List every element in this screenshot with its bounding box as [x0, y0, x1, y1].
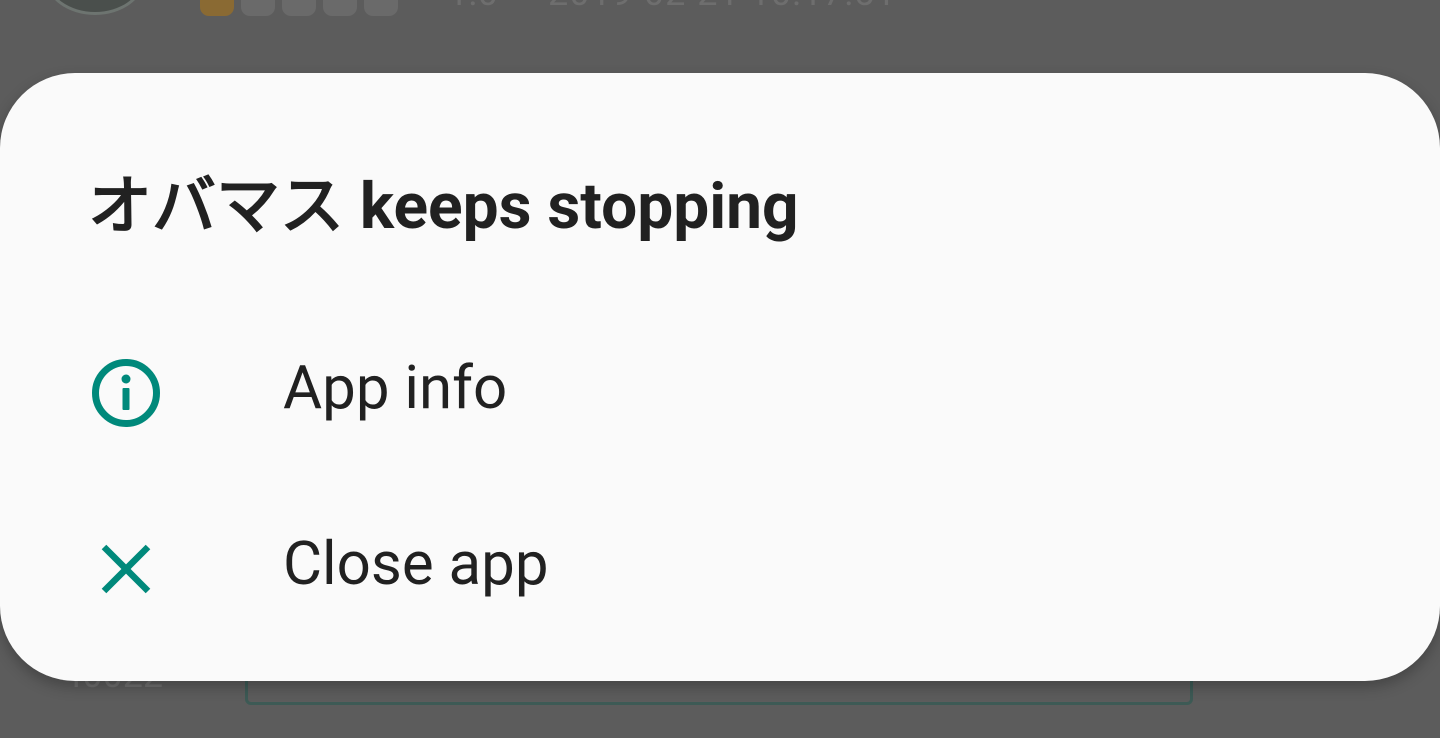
info-circle-icon	[92, 359, 160, 427]
star-icon	[364, 0, 398, 16]
app-info-button[interactable]: App info	[0, 317, 1440, 467]
close-app-button[interactable]: Close app	[0, 493, 1440, 643]
star-icon	[241, 0, 275, 16]
app-crash-dialog: オバマス keeps stopping App info Close app	[0, 73, 1440, 681]
star-icon	[282, 0, 316, 16]
reviewer-avatar	[45, 0, 145, 15]
dialog-title: オバマス keeps stopping	[88, 169, 799, 244]
close-icon	[101, 544, 151, 594]
star-icon	[200, 0, 234, 16]
rating-score: 1.0	[448, 0, 498, 14]
star-rating	[200, 0, 398, 16]
close-app-label: Close app	[283, 528, 549, 599]
app-info-label: App info	[283, 352, 508, 423]
review-date: 2019-02-21 10:17:51	[548, 0, 897, 14]
star-icon	[323, 0, 357, 16]
